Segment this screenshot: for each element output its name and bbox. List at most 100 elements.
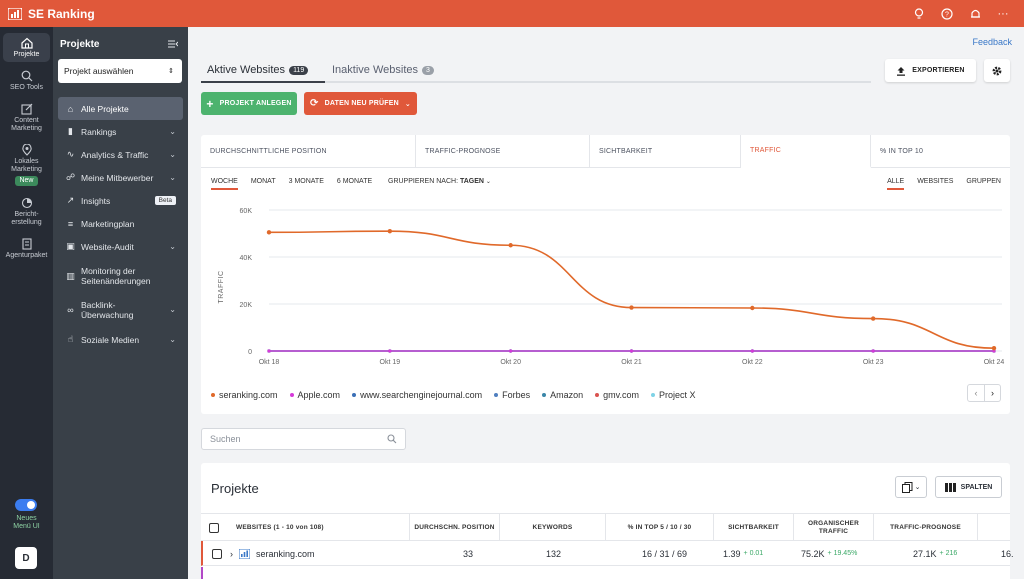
new-menu-label: Neues Menü UI	[13, 515, 40, 530]
chart-legend: seranking.com Apple.com www.searchenginejo…	[211, 390, 696, 400]
expand-icon[interactable]: ›	[230, 541, 233, 566]
legend-dot	[352, 393, 357, 397]
project-select[interactable]: Projekt auswählen ⇕	[58, 59, 182, 83]
chevron-down-icon: ⌄	[169, 127, 176, 136]
sidebar-title: Projekte	[60, 38, 100, 50]
copy-icon	[901, 481, 913, 493]
forecast-value: 27.1K	[913, 548, 937, 559]
prev-icon[interactable]: ‹	[968, 385, 984, 401]
search-icon	[3, 70, 50, 82]
rail-item-lokales-marketing[interactable]: Lokales Marketing New	[3, 140, 50, 189]
traffic-value: 75.2K	[801, 548, 825, 559]
feedback-link[interactable]: Feedback	[972, 37, 1012, 47]
forecast-delta: + 216	[939, 550, 958, 557]
export-button[interactable]: EXPORTIEREN	[885, 59, 976, 82]
add-project-button[interactable]: + PROJEKT ANLEGEN	[201, 92, 297, 115]
site-name[interactable]: seranking.com	[256, 541, 315, 566]
legend-dot	[595, 393, 600, 397]
active-tab-indicator	[201, 81, 325, 83]
col-keywords[interactable]: KEYWORDS	[499, 514, 605, 541]
y-tick-label: 20K	[240, 302, 253, 309]
sidebar-item-rankings[interactable]: ▮ Rankings ⌄	[58, 120, 183, 143]
recheck-button[interactable]: ⟳ DATEN NEU PRÜFEN ⌄	[304, 92, 417, 115]
app-logo[interactable]: SE Ranking	[8, 7, 95, 21]
legend-item[interactable]: gmv.com	[595, 390, 639, 400]
sidebar-item-label: Marketingplan	[81, 218, 135, 229]
copy-button[interactable]: ⌄	[895, 476, 927, 498]
legend-dot	[651, 393, 656, 397]
tab-aktive-websites[interactable]: Aktive Websites 119	[207, 64, 309, 76]
col-top[interactable]: % IN TOP 5 / 10 / 30	[605, 514, 713, 541]
more-icon[interactable]: ···	[996, 7, 1010, 21]
sidebar-item-mitbewerber[interactable]: ☍ Meine Mitbewerber ⌄	[58, 166, 183, 189]
y-tick-label: 40K	[240, 255, 253, 262]
col-organic-traffic[interactable]: ORGANISCHER TRAFFIC	[793, 514, 873, 541]
sidebar-item-backlinks[interactable]: ∞ Backlink-Überwachung ⌄	[58, 296, 183, 324]
rail-label: SEO Tools	[10, 84, 43, 91]
legend-item[interactable]: seranking.com	[211, 390, 278, 400]
col-sichtbarkeit[interactable]: SICHTBARKEIT	[713, 514, 793, 541]
table-row[interactable]: › seranking.com 33 132 16 / 31 / 69 1.39…	[201, 541, 1014, 566]
thumb-icon: ☝	[67, 334, 74, 344]
legend-item[interactable]: Forbes	[494, 390, 530, 400]
rail-item-projekte[interactable]: Projekte	[3, 33, 50, 62]
new-menu-toggle[interactable]	[15, 499, 37, 511]
table-row[interactable]	[201, 567, 1010, 579]
legend-item[interactable]: Apple.com	[289, 390, 340, 400]
sidebar-item-soziale-medien[interactable]: ☝ Soziale Medien ⌄	[58, 328, 183, 351]
bell-icon[interactable]	[968, 7, 982, 21]
data-point	[629, 349, 634, 353]
tab-label: Aktive Websites	[207, 64, 286, 76]
columns-label: SPALTEN	[960, 483, 993, 491]
rail-item-content-marketing[interactable]: Content Marketing	[3, 99, 50, 136]
sidebar-item-marketingplan[interactable]: ≡ Marketingplan	[58, 212, 183, 235]
rail-item-seo-tools[interactable]: SEO Tools	[3, 66, 50, 95]
tab-inaktive-websites[interactable]: Inaktive Websites 3	[332, 64, 434, 76]
avatar[interactable]: D	[15, 547, 37, 569]
next-icon[interactable]: ›	[984, 385, 1000, 401]
data-point	[871, 349, 875, 353]
legend-item[interactable]: www.searchenginejournal.com	[352, 390, 482, 400]
traffic-line-chart: 0 20K 40K 60K TRAFFIC Okt 18 Okt 19 Okt 20 Okt 2…	[218, 208, 1004, 366]
select-all-checkbox[interactable]	[208, 522, 219, 533]
sidebar-item-website-audit[interactable]: ▣ Website-Audit ⌄	[58, 235, 183, 258]
sidebar-item-analytics[interactable]: ∿ Analytics & Traffic ⌄	[58, 143, 183, 166]
help-icon[interactable]: ?	[940, 7, 954, 21]
add-project-label: PROJEKT ANLEGEN	[219, 100, 292, 107]
legend-item[interactable]: Amazon	[542, 390, 583, 400]
settings-button[interactable]	[984, 59, 1010, 82]
chevron-down-icon: ⌄	[169, 335, 176, 344]
collapse-icon[interactable]	[168, 40, 178, 48]
columns-icon: ▥	[66, 271, 75, 281]
col-more	[977, 514, 1010, 541]
sidebar-item-insights[interactable]: ↗ Insights Beta	[58, 189, 183, 212]
sidebar-item-monitoring[interactable]: ▥ Monitoring der Seitenänderungen	[58, 262, 183, 290]
col-traffic-prognose[interactable]: TRAFFIC-PROGNOSE	[873, 514, 977, 541]
chevron-down-icon: ⌄	[404, 100, 411, 108]
site-chart-icon	[239, 541, 250, 566]
new-badge: New	[15, 176, 38, 186]
col-position[interactable]: DURCHSCHN. POSITION	[409, 514, 499, 541]
top-bar: SE Ranking ? ···	[0, 0, 1024, 27]
data-point	[509, 349, 513, 353]
table-header: WEBSITES (1 - 10 von 108) DURCHSCHN. POS…	[201, 513, 1010, 541]
rail-item-berichterstellung[interactable]: Bericht-erstellung	[3, 193, 50, 230]
legend-item[interactable]: Project X	[651, 390, 696, 400]
row-checkbox[interactable]	[212, 548, 222, 559]
sidebar-item-label: Website-Audit	[81, 241, 134, 252]
sidebar-item-alle-projekte[interactable]: ⌂ Alle Projekte	[58, 97, 183, 120]
tab-count: 3	[422, 65, 434, 75]
row-checkbox-cell	[212, 541, 222, 566]
rail-item-agenturpaket[interactable]: Agenturpaket	[3, 234, 50, 263]
columns-button[interactable]: SPALTEN	[935, 476, 1002, 498]
col-websites[interactable]: WEBSITES (1 - 10 von 108)	[226, 514, 409, 541]
chevron-down-icon: ⌄	[169, 305, 176, 314]
lightbulb-icon[interactable]	[912, 7, 926, 21]
data-point	[629, 305, 634, 310]
legend-label: Project X	[659, 390, 696, 400]
search-input[interactable]: Suchen	[201, 428, 406, 450]
x-tick-label: Okt 22	[742, 359, 763, 366]
pin-icon	[3, 144, 50, 156]
keywords-value: 132	[545, 548, 561, 559]
sidebar-item-label: Rankings	[81, 126, 117, 137]
